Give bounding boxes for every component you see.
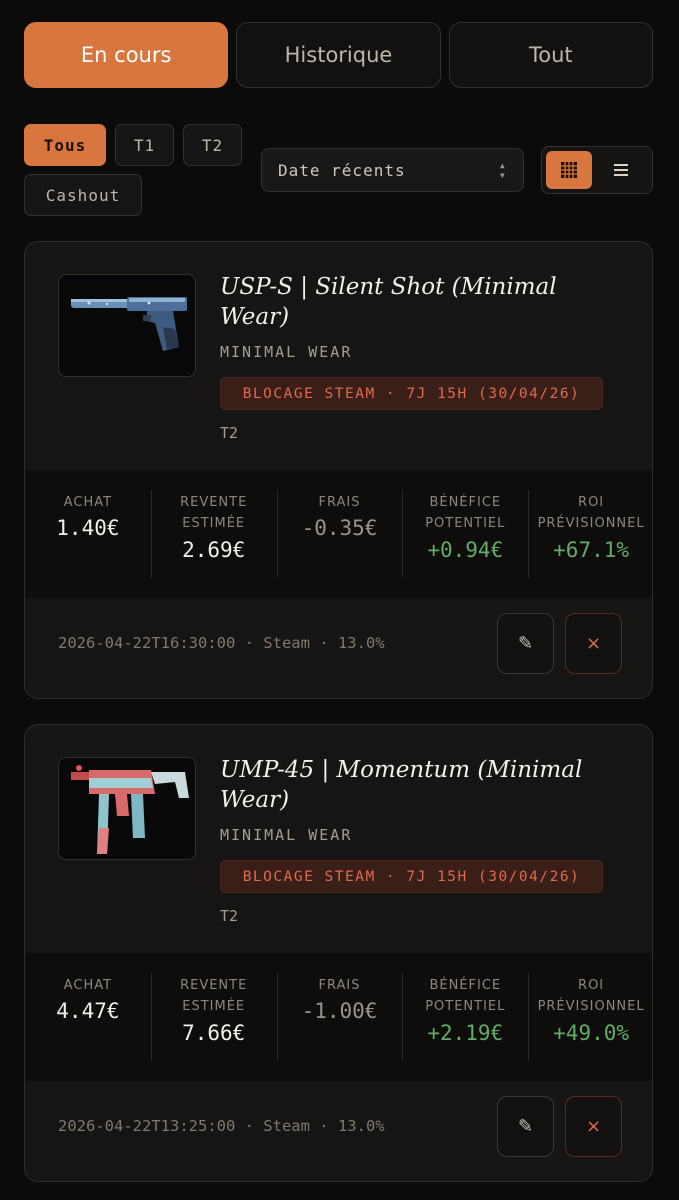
item-tier: T2 bbox=[220, 907, 239, 925]
item-card: USP-S | Silent Shot (Minimal Wear) MINIM… bbox=[24, 241, 653, 699]
item-stats: ACHAT 4.47€ REVENTE ESTIMÉE 7.66€ FRAIS -… bbox=[25, 953, 652, 1081]
stat-revente: REVENTE ESTIMÉE 2.69€ bbox=[150, 470, 277, 598]
item-meta: 2026-04-22T13:25:00 · Steam · 13.0% bbox=[58, 1117, 385, 1135]
delete-button[interactable]: × bbox=[565, 613, 622, 674]
stat-value: +2.19€ bbox=[427, 1021, 504, 1045]
sort-select-value: Date récents bbox=[278, 160, 406, 180]
item-wear: MINIMAL WEAR bbox=[220, 343, 353, 361]
stat-value: +0.94€ bbox=[427, 538, 504, 562]
edit-button[interactable]: ✎ bbox=[497, 1096, 554, 1157]
edit-button[interactable]: ✎ bbox=[497, 613, 554, 674]
stat-value: 1.40€ bbox=[56, 516, 120, 540]
close-icon: × bbox=[585, 1116, 602, 1137]
tab-en-cours[interactable]: En cours bbox=[24, 22, 229, 88]
item-tier: T2 bbox=[220, 424, 239, 442]
item-title: UMP-45 | Momentum (Minimal Wear) bbox=[220, 757, 583, 813]
delete-button[interactable]: × bbox=[565, 1096, 622, 1157]
filter-t2[interactable]: T2 bbox=[183, 124, 242, 166]
pencil-icon: ✎ bbox=[517, 1116, 534, 1137]
sort-select[interactable]: Date récents ▴ ▾ bbox=[261, 148, 524, 192]
stat-label: BÉNÉFICE POTENTIEL bbox=[425, 495, 506, 531]
stat-benefice: BÉNÉFICE POTENTIEL +2.19€ bbox=[402, 953, 528, 1081]
tab-tout[interactable]: Tout bbox=[448, 22, 653, 88]
stat-label: ROI PRÉVISIONNEL bbox=[537, 978, 645, 1014]
stat-roi: ROI PRÉVISIONNEL +49.0% bbox=[528, 953, 652, 1081]
item-card: UMP-45 | Momentum (Minimal Wear) MINIMAL… bbox=[24, 724, 653, 1182]
stat-benefice: BÉNÉFICE POTENTIEL +0.94€ bbox=[402, 470, 528, 598]
list-view-button[interactable] bbox=[598, 151, 644, 189]
grid-icon bbox=[561, 162, 577, 178]
stat-achat: ACHAT 1.40€ bbox=[25, 470, 151, 598]
stat-label: BÉNÉFICE POTENTIEL bbox=[425, 978, 506, 1014]
stat-value: -1.00€ bbox=[301, 999, 378, 1023]
stat-value: +67.1% bbox=[553, 538, 630, 562]
stat-value: 4.47€ bbox=[56, 999, 120, 1023]
view-toggle bbox=[541, 146, 653, 194]
filter-tous[interactable]: Tous bbox=[24, 124, 106, 166]
stat-value: 7.66€ bbox=[182, 1021, 246, 1045]
pencil-icon: ✎ bbox=[517, 633, 534, 654]
filter-t1[interactable]: T1 bbox=[115, 124, 174, 166]
item-stats: ACHAT 1.40€ REVENTE ESTIMÉE 2.69€ FRAIS -… bbox=[25, 470, 652, 598]
stat-roi: ROI PRÉVISIONNEL +67.1% bbox=[528, 470, 652, 598]
stat-value: +49.0% bbox=[553, 1021, 630, 1045]
tab-historique[interactable]: Historique bbox=[236, 22, 441, 88]
item-wear: MINIMAL WEAR bbox=[220, 826, 353, 844]
status-tabs: En cours Historique Tout bbox=[24, 22, 653, 88]
steam-lock-badge: BLOCAGE STEAM · 7J 15H (30/04/26) bbox=[220, 377, 603, 410]
close-icon: × bbox=[585, 633, 602, 654]
sort-chevron-icon: ▴ ▾ bbox=[498, 158, 507, 182]
item-title: USP-S | Silent Shot (Minimal Wear) bbox=[220, 274, 557, 330]
item-meta: 2026-04-22T16:30:00 · Steam · 13.0% bbox=[58, 634, 385, 652]
item-image-usp-s bbox=[58, 274, 196, 377]
stat-frais: FRAIS -1.00€ bbox=[276, 953, 403, 1081]
item-image-ump-45 bbox=[58, 757, 196, 860]
stat-label: ROI PRÉVISIONNEL bbox=[537, 495, 645, 531]
stat-label: REVENTE ESTIMÉE bbox=[180, 495, 248, 531]
stat-achat: ACHAT 4.47€ bbox=[25, 953, 151, 1081]
grid-view-button[interactable] bbox=[546, 151, 592, 189]
stat-revente: REVENTE ESTIMÉE 7.66€ bbox=[150, 953, 277, 1081]
stat-value: -0.35€ bbox=[301, 516, 378, 540]
list-icon bbox=[614, 164, 628, 176]
steam-lock-badge: BLOCAGE STEAM · 7J 15H (30/04/26) bbox=[220, 860, 603, 893]
stat-value: 2.69€ bbox=[182, 538, 246, 562]
filter-cashout[interactable]: Cashout bbox=[24, 174, 142, 216]
stat-label: REVENTE ESTIMÉE bbox=[180, 978, 248, 1014]
stat-frais: FRAIS -0.35€ bbox=[276, 470, 403, 598]
